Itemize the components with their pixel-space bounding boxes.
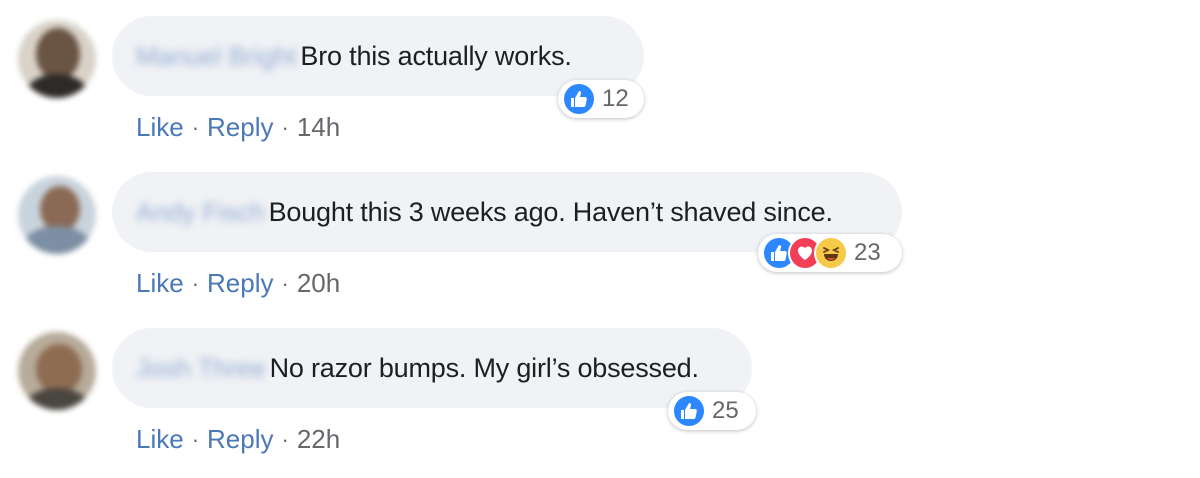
avatar[interactable] bbox=[18, 20, 96, 98]
reply-link[interactable]: Reply bbox=[207, 424, 273, 455]
separator: · bbox=[281, 426, 289, 452]
reply-link[interactable]: Reply bbox=[207, 268, 273, 299]
reaction-count: 23 bbox=[854, 239, 881, 266]
like-icon bbox=[562, 82, 596, 116]
like-link[interactable]: Like bbox=[136, 112, 184, 143]
separator: · bbox=[191, 270, 200, 296]
comment-author[interactable]: Manuel Bright bbox=[136, 41, 296, 72]
haha-icon bbox=[814, 236, 848, 270]
timestamp[interactable]: 22h bbox=[297, 424, 340, 455]
comment-author[interactable]: Josh Three bbox=[136, 353, 266, 384]
reaction-count: 12 bbox=[602, 85, 629, 112]
separator: · bbox=[281, 270, 289, 296]
separator: · bbox=[281, 114, 289, 140]
comment-actions: Like · Reply · 20h bbox=[136, 268, 340, 299]
comment-actions: Like · Reply · 14h bbox=[136, 112, 340, 143]
reaction-summary[interactable]: 12 bbox=[558, 80, 644, 118]
comment-author[interactable]: Andy Fisch bbox=[136, 197, 265, 228]
comment-text: Bought this 3 weeks ago. Haven’t shaved … bbox=[268, 196, 833, 227]
reaction-count: 25 bbox=[712, 397, 739, 424]
comment-actions: Like · Reply · 22h bbox=[136, 424, 340, 455]
avatar[interactable] bbox=[18, 332, 96, 410]
comment-bubble: Josh Three No razor bumps. My girl’s obs… bbox=[112, 328, 752, 408]
like-link[interactable]: Like bbox=[136, 424, 184, 455]
like-icon bbox=[672, 394, 706, 428]
separator: · bbox=[191, 426, 200, 452]
comment-text: No razor bumps. My girl’s obsessed. bbox=[269, 352, 699, 383]
comment: Andy Fisch Bought this 3 weeks ago. Have… bbox=[0, 172, 1200, 322]
reaction-summary[interactable]: 25 bbox=[668, 392, 756, 430]
comment-text: Bro this actually works. bbox=[300, 40, 572, 71]
timestamp[interactable]: 20h bbox=[297, 268, 340, 299]
like-link[interactable]: Like bbox=[136, 268, 184, 299]
timestamp[interactable]: 14h bbox=[297, 112, 340, 143]
separator: · bbox=[191, 114, 200, 140]
comment: Manuel Bright Bro this actually works. 1… bbox=[0, 16, 1200, 166]
avatar[interactable] bbox=[18, 176, 96, 254]
reaction-summary[interactable]: 23 bbox=[758, 234, 902, 272]
reply-link[interactable]: Reply bbox=[207, 112, 273, 143]
comment: Josh Three No razor bumps. My girl’s obs… bbox=[0, 328, 1200, 478]
